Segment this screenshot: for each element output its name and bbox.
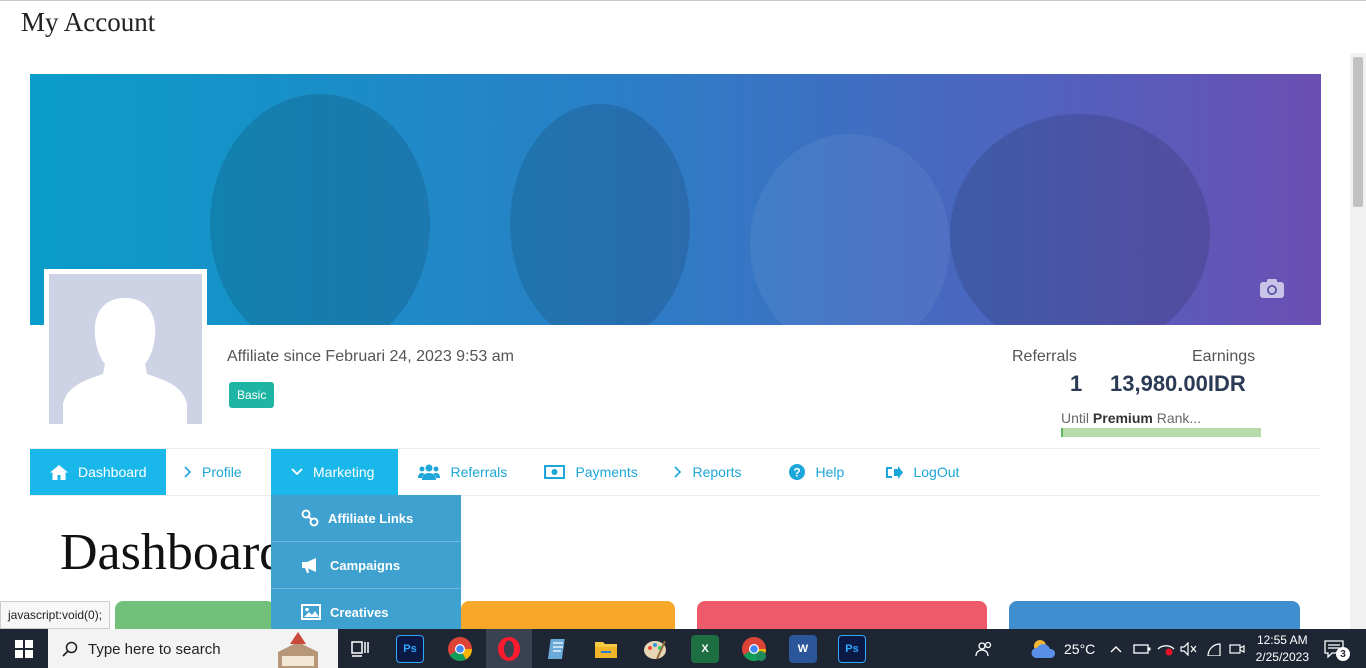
search-icon	[62, 641, 78, 657]
file-explorer-icon[interactable]	[592, 635, 620, 663]
divider	[30, 495, 1321, 496]
tab-logout[interactable]: LogOut	[867, 449, 977, 495]
tab-profile[interactable]: Profile	[166, 449, 271, 495]
excel-icon[interactable]: X	[691, 635, 719, 663]
word-icon[interactable]: W	[789, 635, 817, 663]
opera-icon[interactable]	[495, 635, 523, 663]
chevron-right-icon	[184, 466, 192, 478]
tray-chevron-up-icon[interactable]	[1110, 629, 1122, 668]
battery-icon[interactable]	[1133, 629, 1151, 668]
notification-count-badge: 3	[1336, 647, 1350, 661]
stat-card-blue	[1009, 601, 1300, 631]
windows-icon	[15, 640, 33, 658]
search-highlight-icon	[278, 632, 318, 668]
rank-badge: Basic	[229, 382, 275, 408]
user-silhouette-icon	[63, 298, 187, 424]
home-icon	[50, 464, 68, 480]
avatar[interactable]	[44, 269, 207, 429]
photoshop-icon[interactable]: Ps	[396, 635, 424, 663]
chrome-icon[interactable]	[446, 635, 474, 663]
tab-dashboard[interactable]: Dashboard	[30, 449, 166, 495]
browser-page: My Account Affiliate since Februari 24, …	[0, 0, 1366, 668]
dashboard-heading: Dashboard	[60, 524, 286, 581]
windows-taskbar: Type here to search Ps X W Ps 25°C 12:55…	[0, 629, 1366, 668]
affiliate-since: Affiliate since Februari 24, 2023 9:53 a…	[227, 348, 514, 365]
stat-card-green	[115, 601, 275, 631]
status-bar-url: javascript:void(0);	[0, 601, 111, 629]
task-view-icon[interactable]	[346, 635, 374, 663]
tab-payments[interactable]: Payments	[526, 449, 656, 495]
money-icon	[544, 465, 566, 479]
weather-widget[interactable]: 25°C	[1030, 629, 1095, 668]
users-icon	[418, 464, 441, 480]
scrollbar[interactable]	[1350, 53, 1366, 629]
chevron-down-icon	[291, 468, 303, 476]
chevron-right-icon	[674, 466, 682, 478]
chrome-profile-icon[interactable]	[740, 635, 768, 663]
notification-center[interactable]: 3	[1324, 629, 1358, 668]
tab-reports[interactable]: Reports	[656, 449, 771, 495]
earnings-value: 13,980.00IDR	[1110, 371, 1246, 396]
rank-progress-label: Until Premium Rank...	[1061, 410, 1202, 426]
taskbar-search[interactable]: Type here to search	[48, 629, 338, 668]
logout-icon	[885, 465, 904, 480]
menu-campaigns[interactable]: Campaigns	[271, 542, 461, 589]
cover-banner	[30, 74, 1321, 325]
stat-card-red	[697, 601, 987, 631]
link-icon	[301, 509, 319, 527]
tab-marketing[interactable]: Marketing	[271, 449, 399, 495]
question-icon: ?	[789, 464, 806, 480]
tab-referrals[interactable]: Referrals	[398, 449, 526, 495]
clock-date: 2/25/2023	[1255, 650, 1309, 664]
image-icon	[301, 604, 321, 620]
camera-icon[interactable]	[1259, 278, 1285, 299]
weather-cloud-icon	[1031, 640, 1056, 658]
page-title: My Account	[21, 7, 156, 37]
network-icon[interactable]	[1157, 629, 1175, 668]
account-nav: Dashboard Profile Marketing Referrals Pa…	[30, 449, 977, 495]
photoshop-icon-2[interactable]: Ps	[838, 635, 866, 663]
notepad-icon[interactable]	[544, 635, 572, 663]
wifi-icon[interactable]	[1206, 629, 1222, 668]
menu-affiliate-links[interactable]: Affiliate Links	[271, 495, 461, 542]
meet-now-icon[interactable]	[1229, 629, 1245, 668]
volume-muted-icon[interactable]	[1180, 629, 1198, 668]
taskbar-clock[interactable]: 12:55 AM 2/25/2023	[1256, 632, 1309, 666]
tab-help[interactable]: ? Help	[771, 449, 867, 495]
bullhorn-icon	[301, 557, 321, 573]
stat-card-orange	[461, 601, 675, 631]
paint-icon[interactable]	[641, 635, 669, 663]
svg-text:?: ?	[794, 466, 801, 480]
start-button[interactable]	[0, 629, 48, 668]
referrals-value: 1	[1070, 371, 1083, 396]
marketing-dropdown: Affiliate Links Campaigns Creatives	[271, 495, 461, 636]
rank-progress-bar	[1061, 428, 1261, 437]
referrals-label: Referrals	[1012, 348, 1077, 365]
people-icon[interactable]	[975, 629, 993, 668]
earnings-label: Earnings	[1192, 348, 1256, 365]
scrollbar-thumb[interactable]	[1353, 57, 1363, 207]
clock-time: 12:55 AM	[1256, 633, 1308, 647]
